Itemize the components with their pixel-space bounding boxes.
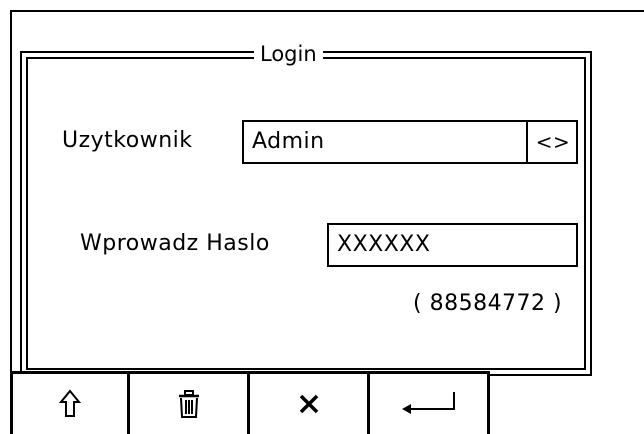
password-input[interactable]: XXXXXX (327, 223, 578, 267)
user-value: Admin (252, 129, 325, 154)
user-selector-toggle[interactable]: <> (526, 122, 576, 162)
dialog-title: Login (254, 42, 323, 66)
login-dialog-inner-frame (26, 57, 586, 370)
softkey-delete-button[interactable] (127, 371, 250, 434)
password-label: Wprowadz Haslo (80, 231, 270, 256)
enter-icon (399, 389, 459, 419)
softkey-cancel-button[interactable] (247, 371, 370, 434)
password-code: ( 88584772 ) (413, 291, 563, 316)
user-select[interactable]: Admin <> (242, 120, 578, 164)
softkey-up-button[interactable] (10, 371, 130, 434)
password-value: XXXXXX (337, 232, 431, 257)
user-label: Uzytkownik (62, 128, 193, 153)
softkey-enter-button[interactable] (367, 371, 490, 434)
close-icon (298, 393, 320, 415)
up-arrow-icon (59, 389, 81, 419)
trash-icon (178, 390, 200, 418)
